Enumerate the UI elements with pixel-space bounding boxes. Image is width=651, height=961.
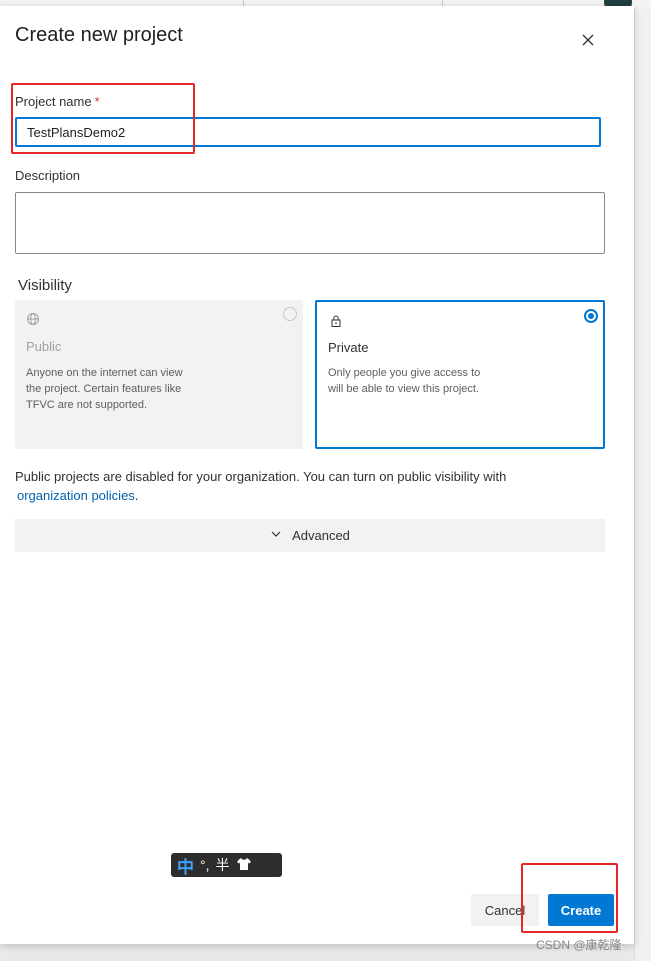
notice-text: Public projects are disabled for your or… (15, 469, 507, 484)
create-project-dialog: Create new project Project name* Descrip… (0, 6, 634, 944)
cancel-button[interactable]: Cancel (471, 894, 539, 926)
advanced-label: Advanced (292, 528, 350, 543)
notice-suffix: . (134, 488, 139, 503)
ime-mode[interactable]: 中 (177, 853, 194, 878)
visibility-notice: Public projects are disabled for your or… (15, 467, 615, 505)
watermark: CSDN @康乾隆 (536, 938, 622, 952)
project-name-input[interactable] (15, 117, 601, 147)
visibility-label: Visibility (18, 277, 72, 294)
private-radio[interactable] (584, 309, 598, 323)
close-icon[interactable] (578, 30, 598, 50)
chevron-down-icon (270, 528, 282, 543)
lock-icon (329, 314, 343, 328)
public-radio[interactable] (283, 307, 297, 321)
visibility-option-public[interactable]: Public Anyone on the internet can view t… (15, 300, 303, 449)
globe-icon (26, 312, 40, 326)
public-title: Public (26, 339, 62, 354)
dialog-title: Create new project (15, 24, 183, 46)
private-description: Only people you give access to will be a… (328, 367, 481, 395)
advanced-toggle[interactable]: Advanced (15, 519, 605, 552)
required-marker: * (94, 94, 100, 109)
description-input[interactable] (15, 192, 605, 254)
public-description: Anyone on the internet can view the proj… (26, 367, 183, 411)
ime-punct[interactable]: °, (200, 857, 210, 873)
create-button[interactable]: Create (548, 894, 614, 926)
shirt-icon[interactable] (236, 856, 252, 875)
organization-policies-link[interactable]: organization policies (17, 488, 135, 503)
project-name-label: Project name * (15, 94, 100, 109)
description-label: Description (15, 168, 81, 183)
background-scroll-area (634, 8, 651, 961)
ime-toolbar[interactable]: 中 °, 半 (171, 853, 282, 877)
ime-width[interactable]: 半 (216, 855, 230, 875)
private-title: Private (328, 340, 369, 355)
visibility-option-private[interactable]: Private Only people you give access to w… (315, 300, 605, 449)
project-name-label-text: Project name (15, 94, 92, 109)
